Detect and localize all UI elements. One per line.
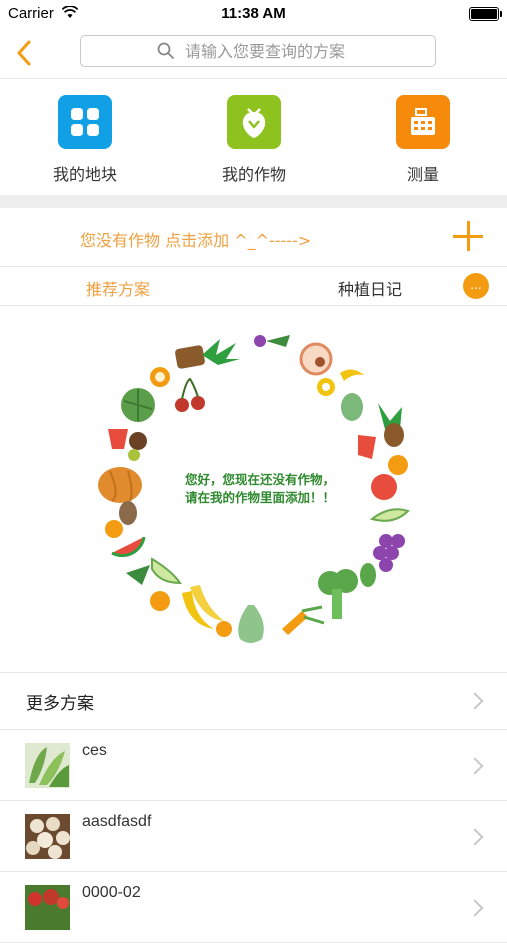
search-input[interactable]: [185, 39, 425, 63]
section-divider: [0, 195, 507, 208]
chevron-right-icon: [466, 692, 484, 710]
nav-bar: [0, 28, 507, 79]
shortcut-bar: 我的地块 我的作物 测量: [0, 79, 507, 195]
plan-name: 0000-02: [82, 884, 141, 901]
measure-label: 测量: [406, 165, 439, 184]
add-crop-hint[interactable]: 您没有作物 点击添加 ^_^----->: [80, 227, 311, 251]
status-time: 11:38 AM: [221, 5, 286, 22]
more-options-icon[interactable]: ...: [463, 273, 489, 299]
add-crop-bar[interactable]: 您没有作物 点击添加 ^_^----->: [0, 208, 507, 267]
crop-icon: [227, 95, 281, 149]
empty-state-line1: 您好，您现在还没有作物，: [184, 472, 335, 487]
back-icon[interactable]: [12, 38, 38, 68]
search-box[interactable]: [80, 35, 436, 67]
more-plans-title: 更多方案: [26, 694, 94, 714]
status-bar: Carrier 11:38 AM: [0, 0, 507, 28]
my-crops-label: 我的作物: [221, 165, 286, 184]
chevron-right-icon: [466, 828, 484, 846]
register-icon: [396, 95, 450, 149]
chevron-right-icon: [466, 757, 484, 775]
chevron-right-icon: [466, 899, 484, 917]
grid-icon: [58, 95, 112, 149]
empty-state-message: 您好，您现在还没有作物， 请在我的作物里面添加！！: [90, 471, 430, 507]
search-icon: [157, 42, 174, 59]
tab-planting-diary[interactable]: 种植日记: [338, 276, 402, 300]
list-item[interactable]: aasdfasdf: [0, 801, 507, 872]
plan-thumbnail: [25, 814, 70, 859]
my-plots-button[interactable]: 我的地块: [30, 95, 140, 185]
tab-recommended-plans[interactable]: 推荐方案: [86, 276, 150, 300]
plan-thumbnail: [25, 885, 70, 930]
more-plans-list: 更多方案 ces aasdfasdf 0000-02: [0, 672, 507, 943]
empty-state-wreath: 您好，您现在还没有作物， 请在我的作物里面添加！！: [90, 325, 420, 660]
my-plots-label: 我的地块: [52, 165, 117, 184]
empty-state-line2: 请在我的作物里面添加！！: [184, 490, 335, 505]
more-plans-header[interactable]: 更多方案: [0, 672, 507, 730]
measure-button[interactable]: 测量: [368, 95, 478, 185]
list-item[interactable]: ces: [0, 730, 507, 801]
battery-icon: [469, 7, 502, 21]
list-item[interactable]: 0000-02: [0, 872, 507, 943]
plan-thumbnail: [25, 743, 70, 788]
plan-tabs: 推荐方案 种植日记 ...: [0, 267, 507, 306]
plan-name: ces: [82, 742, 107, 759]
my-crops-button[interactable]: 我的作物: [199, 95, 309, 185]
plan-name: aasdfasdf: [82, 813, 152, 830]
add-crop-plus-icon[interactable]: [453, 221, 485, 253]
